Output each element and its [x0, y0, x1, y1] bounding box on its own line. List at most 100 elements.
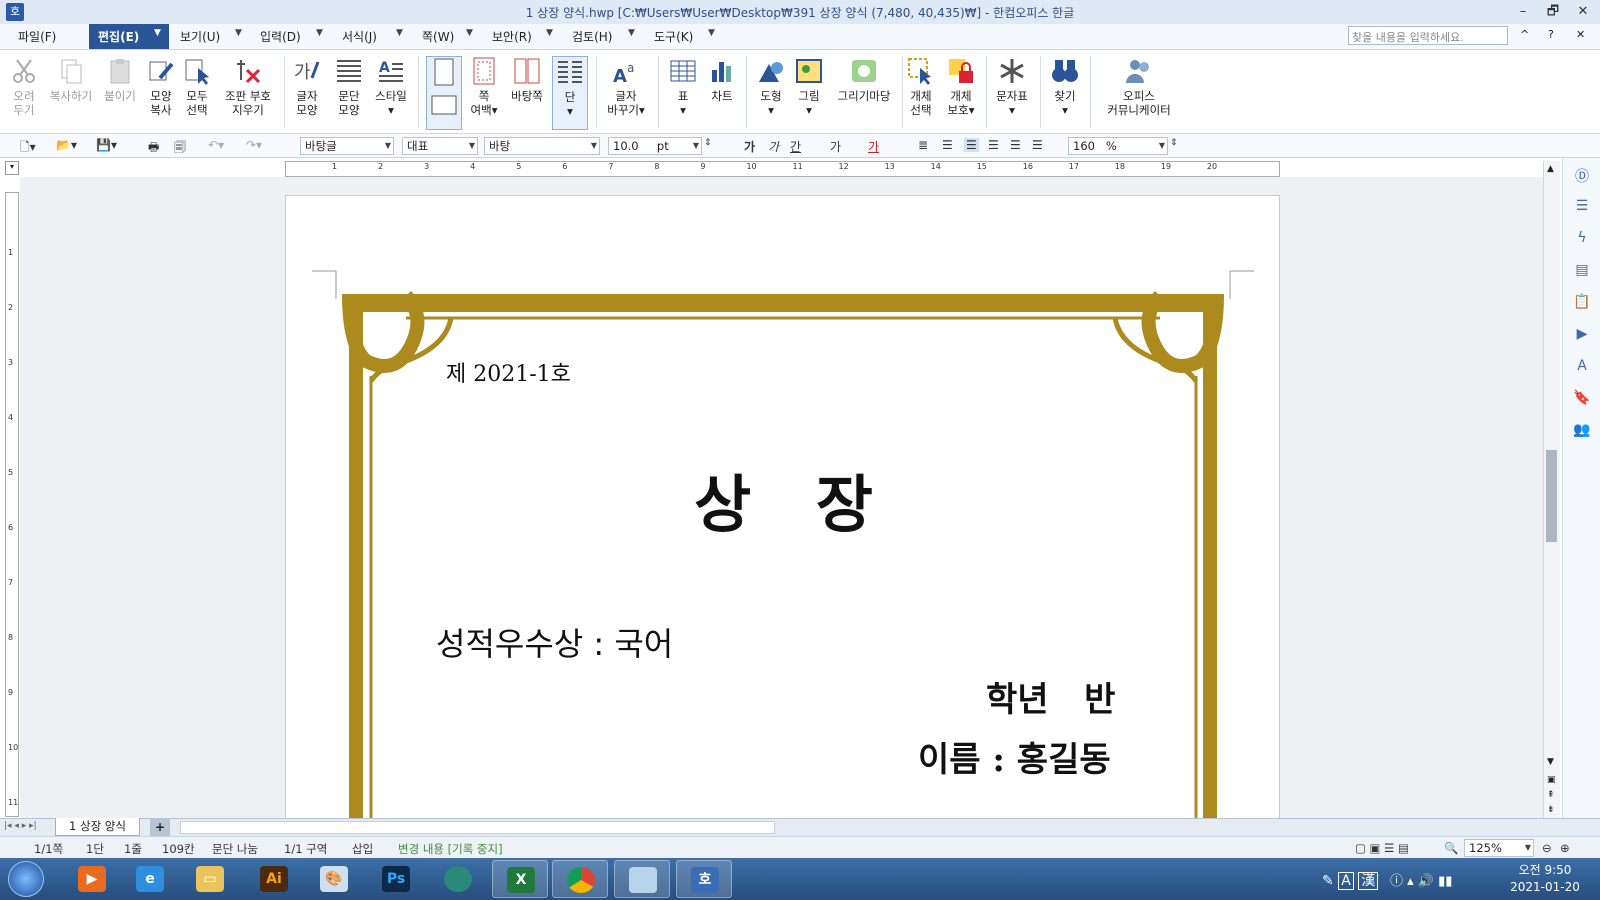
- chevron-down-icon[interactable]: ▼: [316, 28, 323, 38]
- strike-button[interactable]: 가: [830, 138, 841, 155]
- drawing-button[interactable]: 그리기마당: [832, 56, 896, 103]
- find-button[interactable]: 찾기 ▾: [1048, 56, 1082, 117]
- copy-button[interactable]: 복사하기: [46, 56, 96, 103]
- search-input[interactable]: 찾을 내용을 입력하세요.: [1348, 26, 1508, 45]
- chevron-down-icon[interactable]: ▼: [546, 28, 553, 38]
- minimize-button[interactable]: –: [1510, 2, 1536, 22]
- font-select[interactable]: 바탕 ▼: [484, 137, 600, 155]
- scroll-down-icon[interactable]: ▼: [1547, 757, 1554, 767]
- taskbar-paint[interactable]: 🎨: [306, 860, 362, 898]
- align-distribute-icon[interactable]: ☰: [1010, 138, 1021, 152]
- page-setup-button[interactable]: [426, 56, 462, 130]
- line-spacing-select[interactable]: 160 % ▼: [1068, 137, 1168, 155]
- page[interactable]: 제 2021-1호 상 장 성적우수상 : 국어 학년 반 이름 : 홍길동: [285, 195, 1280, 836]
- shape-button[interactable]: 도형 ▾: [754, 56, 788, 117]
- taskbar-photoshop[interactable]: Ps: [368, 860, 424, 898]
- zoom-icon[interactable]: 🔍: [1444, 841, 1458, 855]
- chevron-down-icon[interactable]: ▼: [235, 28, 242, 38]
- table-button[interactable]: 표 ▾: [668, 56, 698, 117]
- menu-edit[interactable]: 편집(E): [98, 28, 139, 45]
- ime-indicator[interactable]: ✎ A 漢: [1322, 870, 1379, 890]
- menu-security[interactable]: 보안(R): [492, 28, 532, 45]
- cut-button[interactable]: 오려 두기: [6, 56, 42, 117]
- align-center-icon[interactable]: ☰: [964, 138, 979, 152]
- taskbar-illustrator[interactable]: Ai: [246, 860, 302, 898]
- font-size-select[interactable]: 10.0 pt ▼: [608, 137, 702, 155]
- chevron-down-icon[interactable]: ▼: [154, 28, 161, 38]
- taskbar-chrome[interactable]: [552, 860, 608, 898]
- scrollbar-thumb[interactable]: [1546, 450, 1557, 542]
- new-doc-icon[interactable]: 🗋▾: [20, 138, 36, 159]
- panel-d-icon[interactable]: Ⓓ: [1573, 166, 1591, 185]
- panel-doc-icon[interactable]: ▤: [1573, 262, 1591, 280]
- format-copy-button[interactable]: 모양 복사: [146, 56, 176, 117]
- panel-play-icon[interactable]: ▶: [1573, 326, 1591, 344]
- paste-button[interactable]: 붙이기: [100, 56, 140, 103]
- clock[interactable]: 오전 9:50 2021-01-20: [1500, 862, 1590, 896]
- underline-button[interactable]: 간: [790, 138, 801, 155]
- change-char-button[interactable]: Aa 글자 바꾸기▾: [604, 56, 648, 117]
- undo-icon[interactable]: ↶▾: [208, 138, 224, 152]
- doc-close-button[interactable]: ✕: [1576, 28, 1585, 41]
- taskbar-explorer[interactable]: ▭: [182, 860, 238, 898]
- tab-document[interactable]: 1 상장 양식: [55, 818, 140, 836]
- chevron-down-icon[interactable]: ▼: [708, 28, 715, 38]
- italic-button[interactable]: 가: [768, 138, 779, 155]
- help-button[interactable]: ?: [1548, 28, 1554, 41]
- preview-icon[interactable]: 🗐: [174, 138, 186, 159]
- tray-icons[interactable]: ⓘ ▴ 🔊 ▮▮: [1390, 870, 1452, 889]
- tab-nav-icon[interactable]: |◂ ◂ ▸ ▸|: [4, 821, 37, 831]
- chevron-down-icon[interactable]: ▼: [466, 28, 473, 38]
- align-right-icon[interactable]: ☰: [988, 138, 999, 152]
- menu-view[interactable]: 보기(U): [180, 28, 220, 45]
- zoom-out-icon[interactable]: ⊖: [1542, 841, 1552, 855]
- panel-clipboard-icon[interactable]: 📋: [1573, 294, 1591, 312]
- taskbar-media-player[interactable]: ▶: [64, 860, 120, 898]
- horizontal-scrollbar[interactable]: [180, 821, 775, 834]
- status-insert-mode[interactable]: 삽입: [352, 841, 373, 857]
- taskbar-notes[interactable]: [614, 860, 670, 898]
- select-all-button[interactable]: 모두 선택: [182, 56, 212, 117]
- menu-review[interactable]: 검토(H): [572, 28, 612, 45]
- next-page-icon[interactable]: ⇟: [1547, 805, 1555, 815]
- scroll-up-icon[interactable]: ▲: [1547, 164, 1554, 174]
- menu-insert[interactable]: 입력(D): [260, 28, 301, 45]
- ruler-toggle-icon[interactable]: ▾: [5, 161, 19, 175]
- spacing-stepper[interactable]: ⇕: [1170, 138, 1178, 148]
- add-tab-button[interactable]: +: [150, 819, 170, 836]
- language-select[interactable]: 대표 ▼: [402, 137, 478, 155]
- page-margin-button[interactable]: 쪽 여백▾: [466, 56, 502, 117]
- open-folder-icon[interactable]: 📂▾: [56, 138, 77, 152]
- para-shape-button[interactable]: 문단 모양: [334, 56, 364, 117]
- close-button[interactable]: ✕: [1570, 2, 1596, 22]
- redo-icon[interactable]: ↷▾: [246, 138, 262, 152]
- char-table-button[interactable]: 문자표 ▾: [992, 56, 1032, 117]
- taskbar-excel[interactable]: X: [492, 860, 548, 898]
- chevron-down-icon[interactable]: ▼: [628, 28, 635, 38]
- start-button[interactable]: [8, 861, 44, 897]
- view-mode-icons[interactable]: ▢ ▣ ☰ ▤: [1355, 841, 1409, 855]
- office-communicator-button[interactable]: 오피스 커뮤니케이터: [1100, 56, 1178, 117]
- status-track-changes[interactable]: 변경 내용 [기록 중지]: [398, 841, 503, 857]
- background-page-button[interactable]: 바탕쪽: [506, 56, 548, 103]
- align-left-icon[interactable]: ☰: [942, 138, 953, 152]
- char-shape-button[interactable]: 가 글자 모양: [292, 56, 322, 117]
- align-divide-icon[interactable]: ☰: [1032, 138, 1043, 152]
- taskbar-hangul[interactable]: 호: [676, 860, 732, 898]
- erase-marks-button[interactable]: 조판 부호 지우기: [220, 56, 276, 117]
- panel-bolt-icon[interactable]: ϟ: [1573, 230, 1591, 248]
- font-color-button[interactable]: 가: [868, 138, 879, 155]
- print-icon[interactable]: 🖶: [148, 138, 159, 159]
- bold-button[interactable]: 가: [744, 138, 755, 155]
- taskbar-app[interactable]: [430, 860, 486, 898]
- panel-font-icon[interactable]: A: [1573, 358, 1591, 376]
- panel-list-icon[interactable]: ☰: [1573, 198, 1591, 216]
- chevron-down-icon[interactable]: ▼: [396, 28, 403, 38]
- restore-button[interactable]: 🗗: [1540, 2, 1566, 22]
- object-protect-button[interactable]: 개체 보호▾: [944, 56, 978, 117]
- align-justify-icon[interactable]: ≣: [918, 138, 928, 152]
- zoom-select[interactable]: 125% ▼: [1464, 839, 1534, 857]
- panel-people-icon[interactable]: 👥: [1573, 422, 1591, 440]
- ribbon-collapse-button[interactable]: ^: [1520, 28, 1529, 41]
- page-view-icon[interactable]: ▣: [1547, 775, 1556, 785]
